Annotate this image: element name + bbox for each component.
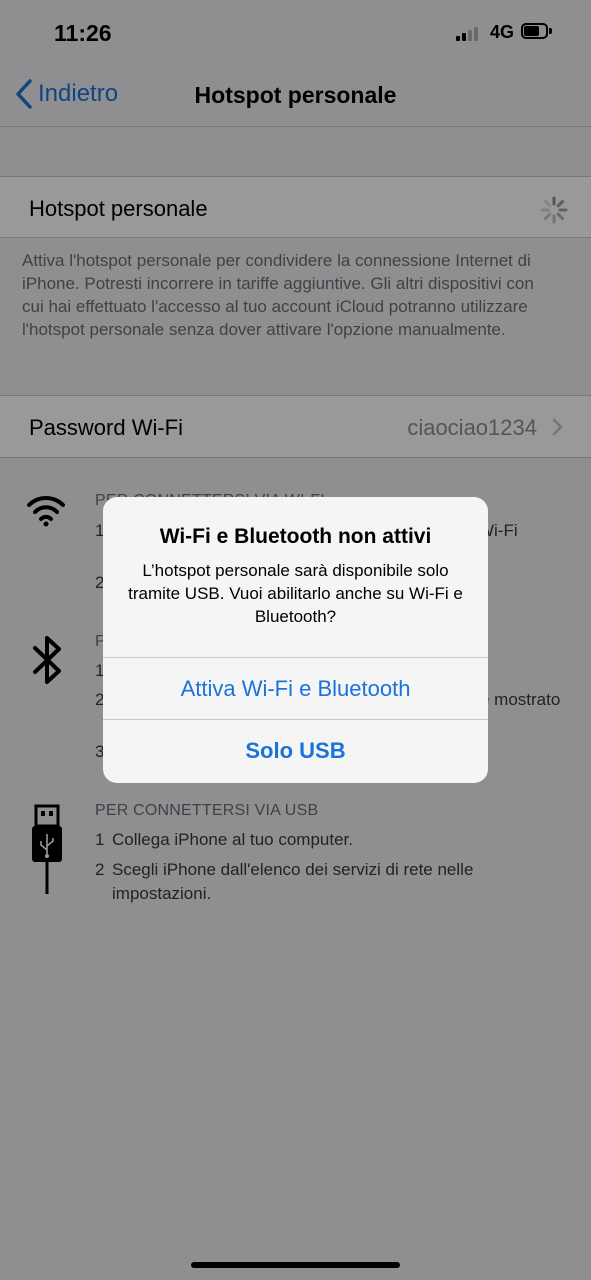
alert-message: L’hotspot personale sarà disponibile sol… bbox=[128, 561, 463, 626]
alert-dialog: Wi-Fi e Bluetooth non attivi L’hotspot p… bbox=[103, 497, 488, 783]
usb-only-button[interactable]: Solo USB bbox=[103, 719, 488, 781]
home-indicator[interactable] bbox=[191, 1262, 400, 1268]
alert-title: Wi-Fi e Bluetooth non attivi bbox=[159, 525, 432, 548]
enable-wifi-bluetooth-button[interactable]: Attiva Wi-Fi e Bluetooth bbox=[103, 657, 488, 719]
